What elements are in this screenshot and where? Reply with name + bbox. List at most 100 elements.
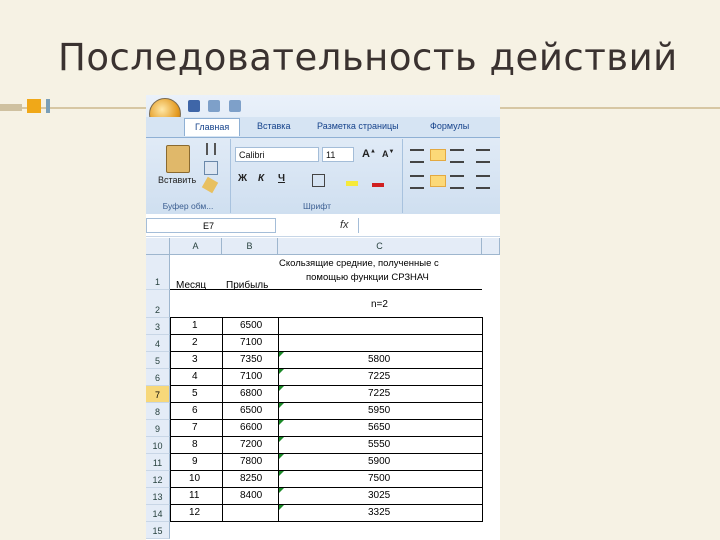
shrink-font-button[interactable]: A▼ <box>382 149 394 159</box>
row-header[interactable]: 10 <box>146 437 170 454</box>
cell-average: 7225 <box>368 388 391 399</box>
align-right-icon[interactable] <box>450 175 464 189</box>
formula-indicator <box>279 471 284 476</box>
cell-month: 12 <box>189 507 201 518</box>
cell-average: 5800 <box>368 354 391 365</box>
column-header-c[interactable]: C <box>278 238 482 255</box>
name-box[interactable]: E7 <box>146 218 276 233</box>
font-color-icon[interactable] <box>372 183 384 187</box>
fill-color-icon[interactable] <box>346 181 358 186</box>
formula-input[interactable] <box>358 218 499 233</box>
formula-indicator <box>279 386 284 391</box>
paste-button[interactable]: Вставить <box>158 175 196 185</box>
tab-page-layout[interactable]: Разметка страницы <box>317 121 399 131</box>
ribbon-tabs: Главная Вставка Разметка страницы Формул… <box>146 117 500 138</box>
row-header[interactable]: 4 <box>146 335 170 352</box>
cell-month: 2 <box>192 337 198 348</box>
cell-profit: 6500 <box>240 405 263 416</box>
formula-indicator <box>279 454 284 459</box>
row-header[interactable]: 3 <box>146 318 170 335</box>
cell-profit: 7100 <box>240 371 263 382</box>
rule-accent-dash <box>0 104 22 111</box>
align-bottom-icon[interactable] <box>450 149 464 163</box>
row-header[interactable]: 5 <box>146 352 170 369</box>
table-border <box>170 334 482 335</box>
row-header[interactable]: 6 <box>146 369 170 386</box>
ribbon: Главная Вставка Разметка страницы Формул… <box>146 95 500 214</box>
bold-button[interactable]: Ж <box>238 173 247 184</box>
redo-icon[interactable] <box>228 100 241 112</box>
slide-title: Последовательность действий <box>58 36 678 79</box>
table-border <box>170 317 171 522</box>
fx-icon[interactable]: fx <box>340 219 349 231</box>
row-header[interactable]: 13 <box>146 488 170 505</box>
font-group: Calibri 11 A▲ A▼ Ж К Ч Шрифт <box>232 139 403 213</box>
tab-home[interactable]: Главная <box>184 118 241 136</box>
align-top-icon[interactable] <box>410 149 424 163</box>
cell-profit: 7800 <box>240 456 263 467</box>
cell-month: 3 <box>192 354 198 365</box>
column-header-a[interactable]: A <box>170 238 222 255</box>
cell-month: 10 <box>189 473 201 484</box>
table-border <box>170 368 482 369</box>
italic-button[interactable]: К <box>258 173 264 184</box>
cell-month: 5 <box>192 388 198 399</box>
row-header[interactable]: 15 <box>146 522 170 539</box>
copy-icon[interactable] <box>204 161 218 175</box>
formula-indicator <box>279 420 284 425</box>
tab-formulas[interactable]: Формулы <box>430 121 469 131</box>
clipboard-group-label: Буфер обм... <box>162 201 214 211</box>
cell-profit: 8400 <box>240 490 263 501</box>
formula-indicator <box>279 505 284 510</box>
excel-window: Главная Вставка Разметка страницы Формул… <box>146 95 500 540</box>
align-left-icon[interactable] <box>410 175 424 189</box>
cell-profit: 7350 <box>240 354 263 365</box>
tab-insert[interactable]: Вставка <box>257 121 290 131</box>
orientation-icon[interactable] <box>476 149 490 163</box>
table-border <box>170 317 482 318</box>
column-header-d[interactable] <box>482 238 500 255</box>
row-header[interactable]: 11 <box>146 454 170 471</box>
row-header[interactable]: 7 <box>146 386 170 403</box>
column-header-b[interactable]: B <box>222 238 278 255</box>
cell-average: 5900 <box>368 456 391 467</box>
undo-icon[interactable] <box>208 100 221 112</box>
header-c-line1: Скользящие средние, полученные с <box>279 258 439 269</box>
cell-month: 7 <box>192 422 198 433</box>
indent-icon[interactable] <box>476 175 490 189</box>
row-header[interactable]: 9 <box>146 420 170 437</box>
cell-month: 9 <box>192 456 198 467</box>
row-header[interactable]: 14 <box>146 505 170 522</box>
cell-month: 1 <box>192 320 198 331</box>
row-header[interactable]: 2 <box>146 290 170 318</box>
table-border <box>170 419 482 420</box>
align-middle-icon[interactable] <box>430 149 446 161</box>
cell-month: 8 <box>192 439 198 450</box>
formula-indicator <box>279 437 284 442</box>
select-all-corner[interactable] <box>146 238 170 255</box>
format-painter-icon[interactable] <box>201 176 219 194</box>
underline-button[interactable]: Ч <box>278 173 285 184</box>
font-size-select[interactable]: 11 <box>322 147 354 162</box>
table-border <box>170 453 482 454</box>
align-center-icon[interactable] <box>430 175 446 187</box>
cell-month: 6 <box>192 405 198 416</box>
cell-month: 4 <box>192 371 198 382</box>
row-header[interactable]: 12 <box>146 471 170 488</box>
table-border <box>170 504 482 505</box>
cell-profit: 7200 <box>240 439 263 450</box>
cell-month: 11 <box>189 490 200 501</box>
save-icon[interactable] <box>188 100 200 112</box>
borders-icon[interactable] <box>312 174 325 187</box>
font-name-select[interactable]: Calibri <box>235 147 319 162</box>
cell-profit: 8250 <box>240 473 263 484</box>
cut-icon[interactable] <box>206 143 216 155</box>
row-header[interactable]: 8 <box>146 403 170 420</box>
cell-average: 5550 <box>368 439 391 450</box>
grow-font-button[interactable]: A▲ <box>362 148 376 160</box>
paste-icon[interactable] <box>166 145 190 173</box>
header-c-line2: помощью функции СРЗНАЧ <box>306 272 429 283</box>
cell-average: 7500 <box>368 473 391 484</box>
row-header[interactable]: 1 <box>146 255 170 290</box>
table-border <box>482 317 483 522</box>
